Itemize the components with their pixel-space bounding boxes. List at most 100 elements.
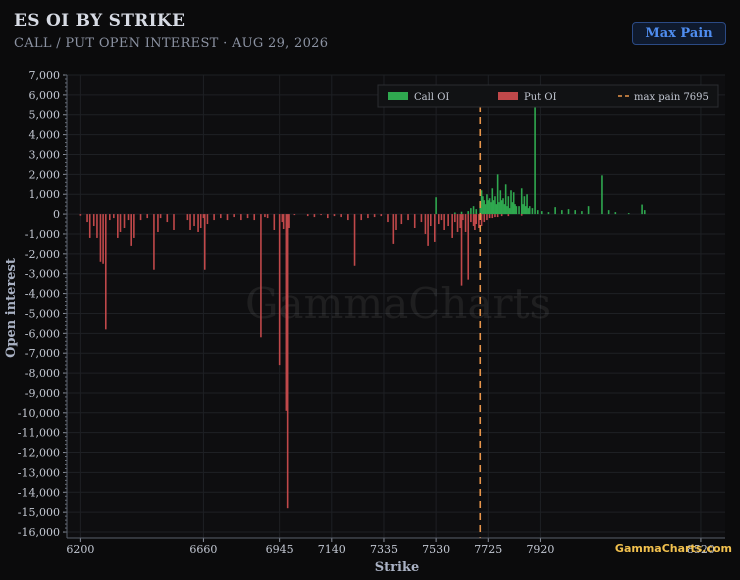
x-tick-label: 6200 [66, 543, 94, 556]
put-oi-bar [102, 214, 104, 264]
put-oi-bar [460, 214, 463, 286]
call-oi-bar [601, 175, 603, 215]
call-oi-bar [607, 210, 610, 215]
put-oi-bar [266, 214, 269, 219]
put-oi-bar [392, 214, 395, 244]
put-oi-bar [123, 214, 126, 229]
put-oi-bar [437, 214, 440, 225]
put-oi-bar [400, 214, 403, 225]
put-oi-bar [199, 214, 202, 229]
put-oi-bar [260, 214, 262, 338]
put-oi-bar [99, 214, 102, 262]
put-oi-bar [520, 214, 523, 216]
put-oi-bar [488, 214, 491, 219]
put-oi-bar [464, 214, 467, 232]
put-oi-bar [467, 214, 470, 280]
put-oi-bar [380, 214, 383, 217]
x-tick-label: 7335 [370, 543, 398, 556]
put-oi-bar [119, 214, 122, 232]
put-oi-bar [233, 214, 235, 218]
y-tick-label: 5,000 [29, 109, 61, 122]
put-oi-bar [326, 214, 329, 219]
put-oi-bar [86, 214, 88, 223]
put-oi-bar [491, 214, 494, 219]
put-oi-bar [226, 214, 229, 221]
y-tick-label: -7,000 [25, 347, 60, 360]
put-oi-bar [494, 214, 496, 218]
call-oi-bar [547, 212, 550, 215]
put-oi-bar [443, 214, 445, 230]
put-oi-bar [108, 214, 111, 221]
put-oi-bar [486, 214, 488, 221]
put-oi-bar [88, 214, 91, 238]
legend-put-swatch [498, 92, 518, 100]
x-tick-label: 6945 [266, 543, 294, 556]
put-oi-bar [293, 214, 296, 216]
call-oi-bar [467, 211, 470, 215]
call-oi-bar [554, 207, 556, 215]
put-oi-bar [462, 214, 464, 221]
put-oi-bar [288, 214, 290, 229]
put-oi-bar [153, 214, 155, 270]
put-oi-bar [360, 214, 363, 221]
y-tick-label: -5,000 [25, 307, 60, 320]
call-oi-bar [454, 212, 456, 215]
call-oi-bar [536, 210, 539, 215]
put-oi-bar [139, 214, 142, 221]
call-oi-bar [531, 208, 534, 215]
put-oi-bar [451, 214, 453, 238]
call-oi-bar [567, 209, 570, 215]
put-oi-bar [92, 214, 95, 227]
put-oi-bar [470, 214, 472, 223]
y-tick-label: -14,000 [18, 486, 60, 499]
put-oi-bar [113, 214, 115, 219]
put-oi-bar [475, 214, 478, 225]
put-oi-bar [429, 214, 432, 227]
put-oi-bar [340, 214, 342, 218]
put-oi-bar [157, 214, 159, 232]
put-oi-bar [333, 214, 336, 217]
y-tick-label: 3,000 [29, 148, 61, 161]
put-oi-bar [456, 214, 459, 232]
call-oi-bar [643, 210, 646, 215]
put-oi-bar [483, 214, 486, 223]
put-oi-bar [387, 214, 389, 223]
put-oi-bar [146, 214, 149, 219]
put-oi-bar [440, 214, 443, 221]
put-oi-bar [159, 214, 162, 219]
call-oi-bar [627, 213, 630, 215]
call-oi-bar [587, 206, 590, 215]
put-oi-bar [420, 214, 423, 223]
put-oi-bar [104, 214, 107, 330]
put-oi-bar [500, 214, 503, 217]
call-oi-bar [518, 206, 520, 215]
put-oi-bar [282, 214, 285, 230]
put-oi-bar [206, 214, 209, 225]
x-tick-label: 7725 [474, 543, 502, 556]
put-oi-bar [186, 214, 189, 221]
y-tick-label: -11,000 [18, 427, 60, 440]
put-oi-bar [220, 214, 222, 219]
y-tick-label: 2,000 [29, 168, 61, 181]
call-oi-bar [561, 210, 563, 215]
call-oi-bar [528, 206, 531, 215]
put-oi-bar [413, 214, 416, 229]
x-tick-label: 7920 [526, 543, 554, 556]
x-tick-label: 6660 [189, 543, 217, 556]
put-oi-bar [454, 214, 456, 223]
y-tick-label: -6,000 [25, 327, 60, 340]
put-oi-bar [130, 214, 132, 246]
y-tick-label: 4,000 [29, 129, 61, 142]
put-oi-bar [197, 214, 199, 232]
call-oi-bar [641, 204, 643, 215]
y-axis-label: Open interest [4, 258, 19, 358]
put-oi-bar [117, 214, 119, 238]
put-oi-bar [278, 214, 281, 366]
put-oi-bar [306, 214, 309, 217]
put-oi-bar [79, 214, 82, 216]
y-tick-label: -12,000 [18, 447, 60, 460]
call-oi-bar [540, 211, 543, 215]
call-oi-bar [581, 211, 583, 215]
call-oi-bar [574, 210, 577, 215]
y-tick-label: -2,000 [25, 248, 60, 261]
